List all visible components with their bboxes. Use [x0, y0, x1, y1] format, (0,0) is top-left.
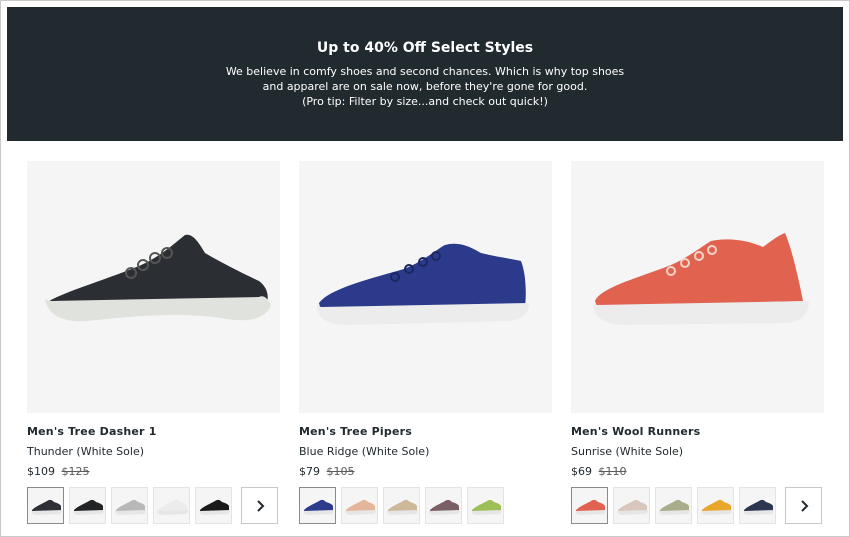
product-card[interactable]: Men's Tree Pipers Blue Ridge (White Sole… — [299, 161, 552, 524]
color-swatches — [571, 487, 824, 524]
next-swatches-button[interactable] — [785, 487, 822, 524]
chevron-right-icon — [800, 499, 808, 512]
swatch-shoe-icon — [387, 499, 418, 515]
swatch-shoe-icon — [617, 499, 648, 515]
shoe-illustration — [317, 243, 529, 325]
color-swatch[interactable] — [195, 487, 232, 524]
product-color: Thunder (White Sole) — [27, 445, 145, 458]
color-swatch[interactable] — [739, 487, 776, 524]
swatch-shoe-icon — [471, 499, 502, 515]
color-swatches — [299, 487, 552, 524]
swatch-shoe-icon — [199, 499, 230, 515]
color-swatch[interactable] — [467, 487, 504, 524]
product-card[interactable]: Men's Tree Dasher 1 Thunder (White Sole)… — [27, 161, 280, 524]
product-image[interactable] — [571, 161, 824, 413]
color-swatches — [27, 487, 280, 524]
next-swatches-button[interactable] — [241, 487, 278, 524]
swatch-shoe-icon — [701, 499, 732, 515]
color-swatch[interactable] — [69, 487, 106, 524]
product-price: $69 $110 — [571, 465, 824, 478]
color-swatch[interactable] — [425, 487, 462, 524]
product-price: $79 $105 — [299, 465, 552, 478]
color-swatch[interactable] — [697, 487, 734, 524]
color-swatch[interactable] — [111, 487, 148, 524]
chevron-right-icon — [256, 499, 264, 512]
swatch-shoe-icon — [743, 499, 774, 515]
product-image[interactable] — [299, 161, 552, 413]
swatch-shoe-icon — [31, 499, 62, 515]
sale-banner: Up to 40% Off Select Styles We believe i… — [7, 7, 843, 141]
product-name[interactable]: Men's Wool Runners — [571, 425, 824, 438]
color-swatch[interactable] — [383, 487, 420, 524]
swatch-shoe-icon — [345, 499, 376, 515]
product-name[interactable]: Men's Tree Pipers — [299, 425, 552, 438]
shoe-illustration — [593, 233, 809, 325]
swatch-shoe-icon — [115, 499, 146, 515]
sale-price: $69 — [571, 465, 592, 478]
swatch-shoe-icon — [659, 499, 690, 515]
sale-price: $109 — [27, 465, 55, 478]
sale-price: $79 — [299, 465, 320, 478]
shoe-illustration — [45, 234, 271, 322]
swatch-shoe-icon — [429, 499, 460, 515]
swatch-shoe-icon — [157, 499, 188, 515]
product-name[interactable]: Men's Tree Dasher 1 — [27, 425, 280, 438]
product-image[interactable] — [27, 161, 280, 413]
color-swatch[interactable] — [27, 487, 64, 524]
original-price: $105 — [326, 465, 355, 478]
product-card[interactable]: Men's Wool Runners Sunrise (White Sole) … — [571, 161, 824, 524]
original-price: $125 — [61, 465, 90, 478]
banner-description: We believe in comfy shoes and second cha… — [225, 65, 625, 93]
color-swatch[interactable] — [153, 487, 190, 524]
original-price: $110 — [598, 465, 627, 478]
color-swatch[interactable] — [613, 487, 650, 524]
product-price: $109 $125 — [27, 465, 280, 478]
swatch-shoe-icon — [303, 499, 334, 515]
color-swatch[interactable] — [341, 487, 378, 524]
color-swatch[interactable] — [655, 487, 692, 524]
banner-tip: (Pro tip: Filter by size...and check out… — [302, 95, 548, 108]
product-color: Blue Ridge (White Sole) — [299, 445, 430, 458]
swatch-shoe-icon — [575, 499, 606, 515]
color-swatch[interactable] — [571, 487, 608, 524]
product-color: Sunrise (White Sole) — [571, 445, 684, 458]
banner-title: Up to 40% Off Select Styles — [316, 40, 534, 56]
swatch-shoe-icon — [73, 499, 104, 515]
color-swatch[interactable] — [299, 487, 336, 524]
